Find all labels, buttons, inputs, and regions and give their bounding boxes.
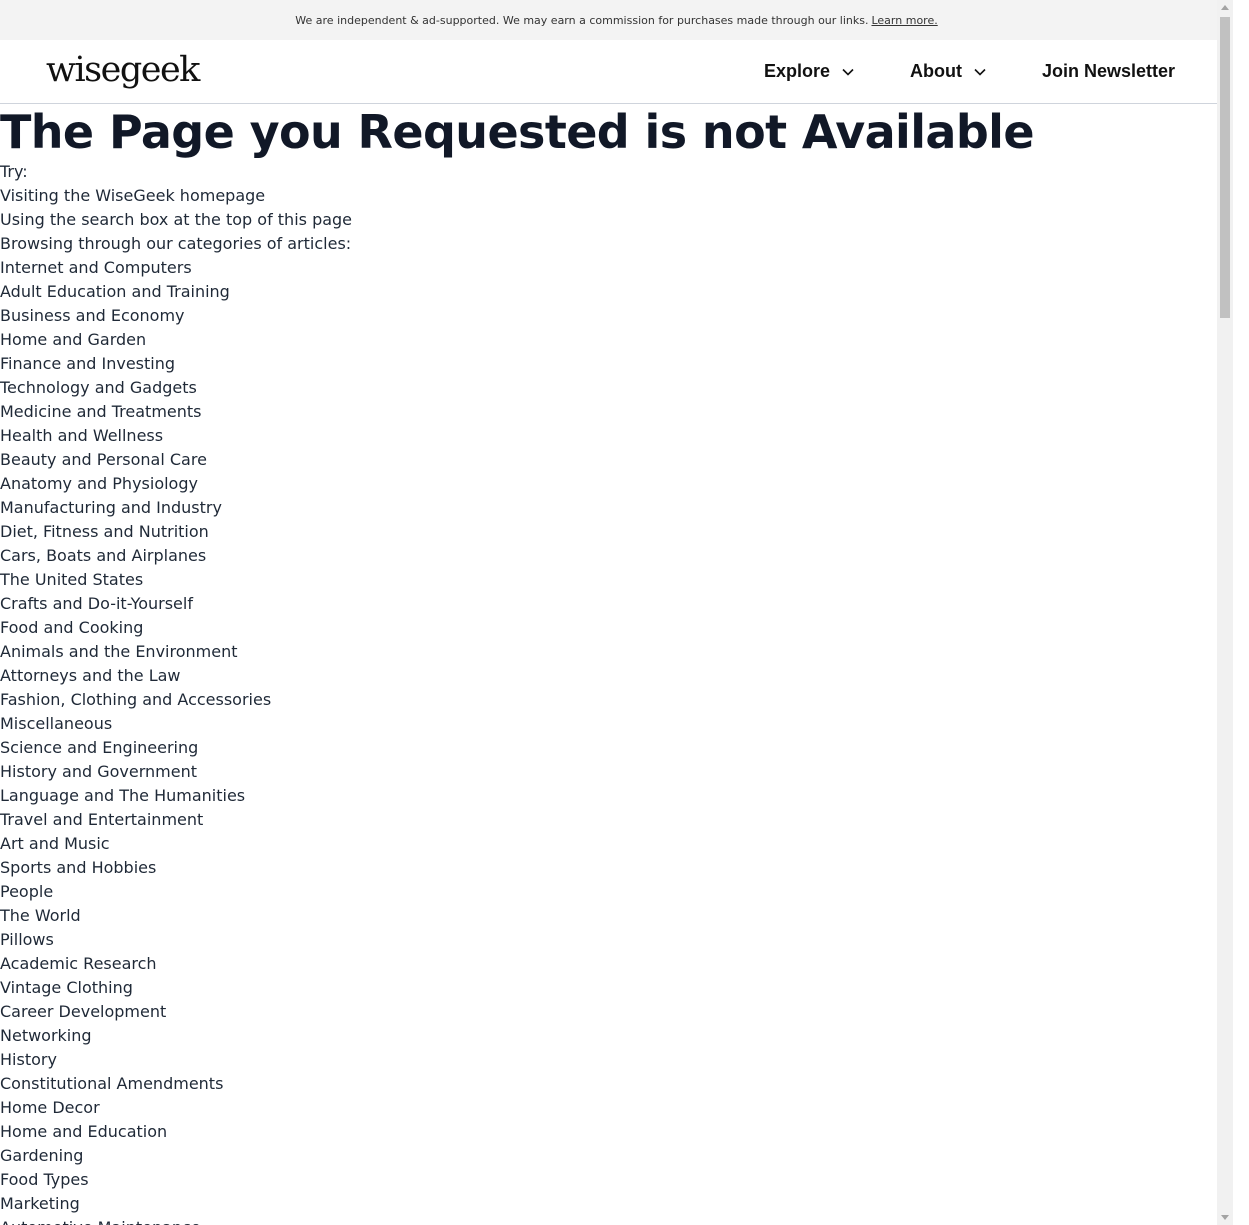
scroll-down-icon[interactable]: [1221, 1215, 1229, 1220]
site-header: wisegeek Explore About Join Newsletter: [0, 40, 1233, 104]
nav-about-label: About: [909, 61, 962, 81]
nav-explore-label: Explore: [763, 61, 830, 81]
scroll-up-icon[interactable]: [1221, 5, 1229, 10]
category-item: People: [0, 882, 54, 901]
main-content: The Page you Requested is not Available …: [0, 104, 1233, 1225]
chevron-down-icon: [842, 68, 854, 76]
main-nav: Explore About Join Newsletter: [764, 61, 1175, 82]
category-item: Food and Cooking: [0, 618, 144, 637]
category-item: Marketing: [0, 1194, 80, 1213]
try-label: Try:: [0, 162, 28, 181]
category-item: Business and Economy: [0, 306, 185, 325]
category-item: Automotive Maintenance: [0, 1216, 1233, 1225]
category-item: Travel and Entertainment: [0, 810, 204, 829]
suggestion-search: Using the search box at the top of this …: [0, 210, 353, 229]
page: We are independent & ad-supported. We ma…: [0, 0, 1233, 1225]
category-item: Academic Research: [0, 954, 157, 973]
learn-more-link[interactable]: Learn more.: [871, 14, 937, 27]
category-item: Diet, Fitness and Nutrition: [0, 522, 209, 541]
category-item: Home Decor: [0, 1098, 100, 1117]
category-item: Fashion, Clothing and Accessories: [0, 690, 272, 709]
category-item: Gardening: [0, 1146, 84, 1165]
category-item: Medicine and Treatments: [0, 402, 202, 421]
affiliate-notice-bar: We are independent & ad-supported. We ma…: [0, 0, 1233, 40]
suggestion-homepage: Visiting the WiseGeek homepage: [0, 186, 266, 205]
category-item: Internet and Computers: [0, 258, 192, 277]
category-item: Constitutional Amendments: [0, 1074, 224, 1093]
category-item: Pillows: [0, 930, 54, 949]
suggestion-browse: Browsing through our categories of artic…: [0, 234, 352, 253]
site-logo[interactable]: wisegeek: [46, 50, 200, 90]
category-item: Finance and Investing: [0, 354, 176, 373]
category-item: Home and Education: [0, 1122, 168, 1141]
category-item: Networking: [0, 1026, 92, 1045]
category-item: Miscellaneous: [0, 714, 113, 733]
category-item: Science and Engineering: [0, 738, 199, 757]
category-item: Sports and Hobbies: [0, 858, 157, 877]
chevron-down-icon: [974, 68, 986, 76]
category-item: History and Government: [0, 762, 197, 781]
nav-about[interactable]: About: [910, 61, 986, 82]
category-item: Health and Wellness: [0, 426, 164, 445]
category-item: Adult Education and Training: [0, 282, 230, 301]
category-item: Anatomy and Physiology: [0, 474, 198, 493]
vertical-scrollbar[interactable]: [1217, 0, 1233, 1225]
nav-newsletter-label: Join Newsletter: [1041, 61, 1175, 81]
category-item: Home and Garden: [0, 330, 147, 349]
page-title: The Page you Requested is not Available: [0, 105, 1035, 159]
scrollbar-thumb[interactable]: [1220, 17, 1230, 318]
nav-join-newsletter[interactable]: Join Newsletter: [1042, 61, 1175, 82]
nav-explore[interactable]: Explore: [764, 61, 854, 82]
category-item: Animals and the Environment: [0, 642, 238, 661]
suggestion-list: Visiting the WiseGeek homepage Using the…: [0, 184, 1233, 256]
category-item: Cars, Boats and Airplanes: [0, 546, 207, 565]
affiliate-notice-text: We are independent & ad-supported. We ma…: [295, 13, 869, 27]
category-item: Technology and Gadgets: [0, 378, 197, 397]
category-item: The World: [0, 906, 81, 925]
category-item: Crafts and Do-it-Yourself: [0, 594, 193, 613]
category-item: Career Development: [0, 1002, 167, 1021]
category-item: Food Types: [0, 1170, 89, 1189]
category-item: History: [0, 1050, 57, 1069]
category-item: Art and Music: [0, 834, 110, 853]
category-item: Vintage Clothing: [0, 978, 133, 997]
category-item: Language and The Humanities: [0, 786, 246, 805]
category-item: Manufacturing and Industry: [0, 498, 222, 517]
category-item: Attorneys and the Law: [0, 666, 181, 685]
category-list: Internet and Computers Adult Education an…: [0, 256, 1233, 1225]
category-item: The United States: [0, 570, 144, 589]
category-item: Beauty and Personal Care: [0, 450, 207, 469]
